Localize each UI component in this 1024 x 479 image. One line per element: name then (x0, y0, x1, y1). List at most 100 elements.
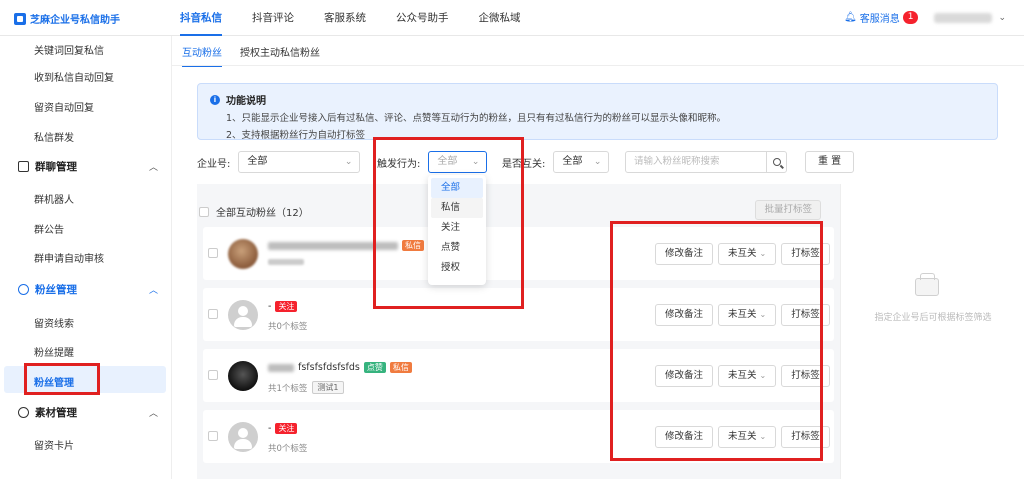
fan-name: - 关注 (268, 301, 298, 312)
behavior-tag: 关注 (275, 423, 298, 434)
avatar (228, 239, 258, 269)
topnav-douyin-comment[interactable]: 抖音评论 (252, 0, 294, 36)
tag-button[interactable]: 打标签 (781, 304, 830, 326)
chevron-down-icon: ⌄ (593, 157, 602, 167)
search-button[interactable] (766, 152, 786, 172)
edit-note-button[interactable]: 修改备注 (655, 243, 714, 265)
search-input[interactable]: 请输入粉丝昵称搜索 (625, 151, 787, 173)
fan-tag: 测试1 (312, 381, 344, 394)
fan-name-blurred (268, 241, 398, 250)
behavior-tag: 点赞 (363, 362, 386, 373)
app-logo[interactable]: 芝麻企业号私信助手 (14, 11, 120, 26)
sidebar-item-fan-management[interactable]: 粉丝管理 (34, 374, 74, 389)
account-select[interactable]: 全部 ⌄ (238, 151, 361, 173)
fan-name-blurred (268, 363, 294, 372)
edit-note-button[interactable]: 修改备注 (655, 426, 714, 448)
filter-behavior-label: 触发行为: (377, 158, 421, 170)
row-checkbox[interactable] (208, 431, 218, 441)
row-checkbox[interactable] (208, 370, 218, 380)
chevron-down-icon: ⌄ (759, 310, 767, 319)
topnav-douyin-dm[interactable]: 抖音私信 (180, 0, 222, 36)
filter-behavior: 触发行为: 全部 ⌄ (377, 151, 488, 173)
sidebar-group-material[interactable]: 素材管理 ︿ (18, 405, 158, 420)
sidebar-item-dm-broadcast[interactable]: 私信群发 (34, 129, 74, 144)
behavior-select[interactable]: 全部 ⌄ (428, 151, 488, 173)
sidebar-item-group-review[interactable]: 群申请自动审核 (34, 250, 104, 265)
dropdown-option-authorize[interactable]: 授权 (431, 258, 483, 278)
account-phone-blurred[interactable] (934, 12, 993, 23)
tag-button[interactable]: 打标签 (781, 243, 830, 265)
select-all-checkbox[interactable] (199, 206, 209, 217)
dropdown-option-dm[interactable]: 私信 (431, 198, 483, 218)
behavior-tag: 私信 (389, 362, 412, 373)
sidebar-group-fans[interactable]: 粉丝管理 ︿ (18, 282, 158, 297)
mutual-status-select[interactable]: 未互关 ⌄ (718, 365, 777, 387)
avatar (228, 361, 258, 391)
chevron-down-icon[interactable]: ⌄ (998, 13, 1006, 23)
dropdown-option-like[interactable]: 点赞 (431, 238, 483, 258)
row-actions: 修改备注 未互关 ⌄ 打标签 (655, 426, 830, 448)
sidebar-item-auto-reply[interactable]: 收到私信自动回复 (34, 69, 114, 84)
filter-account: 企业号: 全部 ⌄ (197, 151, 361, 173)
material-icon (18, 407, 29, 418)
fan-sub (268, 259, 304, 265)
mutual-select-value: 全部 (562, 156, 583, 167)
row-checkbox[interactable] (208, 309, 218, 319)
mutual-status-select[interactable]: 未互关 ⌄ (718, 426, 777, 448)
sidebar-item-lead-reply[interactable]: 留资自动回复 (34, 99, 94, 114)
fan-name-text: - (268, 301, 272, 312)
topnav-official-account[interactable]: 公众号助手 (396, 0, 449, 36)
sidebar-item-group-notice[interactable]: 群公告 (34, 221, 64, 236)
tag-button[interactable]: 打标签 (781, 426, 830, 448)
service-message-link[interactable]: 🔔︎ 客服消息 1 (844, 10, 919, 25)
sidebar-item-leads[interactable]: 留资线索 (34, 315, 74, 330)
select-all-label: 全部互动粉丝（12） (216, 208, 309, 219)
mutual-status-select[interactable]: 未互关 ⌄ (718, 304, 777, 326)
chevron-down-icon: ⌄ (344, 157, 353, 167)
tab-interactive-fans[interactable]: 互动粉丝 (182, 44, 222, 67)
edit-note-button[interactable]: 修改备注 (655, 304, 714, 326)
topnav-wecom[interactable]: 企微私域 (479, 0, 521, 36)
sidebar-item-lead-card[interactable]: 留资卡片 (34, 437, 74, 452)
bell-icon: 🔔︎ (844, 12, 857, 23)
topnav-service[interactable]: 客服系统 (324, 0, 366, 36)
sidebar-item-fan-reminder[interactable]: 粉丝提醒 (34, 344, 74, 359)
dropdown-option-all[interactable]: 全部 (431, 178, 483, 198)
main-content: 互动粉丝 授权主动私信粉丝 i 功能说明 1、只能显示企业号接入后有过私信、评论… (172, 36, 1024, 479)
tag-button[interactable]: 打标签 (781, 365, 830, 387)
fan-name-text: fsfsfsfdsfsfds (298, 362, 360, 373)
tag-count: 共0个标签 (268, 322, 308, 332)
sidebar-active-bg (4, 366, 166, 393)
chevron-up-icon: ︿ (148, 286, 158, 296)
service-message-badge: 1 (902, 11, 919, 24)
table-row: - 关注 共0个标签 修改备注 未互关 ⌄ 打标签 (203, 288, 834, 341)
sidebar-group-chat[interactable]: 群聊管理 ︿ (18, 159, 158, 174)
select-all[interactable]: 全部互动粉丝（12） (199, 204, 309, 219)
sidebar: 关键词回复私信 收到私信自动回复 留资自动回复 私信群发 群聊管理 ︿ 群机器人… (0, 36, 172, 479)
dropdown-option-follow[interactable]: 关注 (431, 218, 483, 238)
row-actions: 修改备注 未互关 ⌄ 打标签 (655, 365, 830, 387)
sidebar-item-keyword-reply[interactable]: 关键词回复私信 (34, 42, 104, 57)
filter-account-label: 企业号: (197, 158, 231, 170)
fan-name: 私信 (268, 240, 424, 251)
sidebar-item-group-bot[interactable]: 群机器人 (34, 191, 74, 206)
sidebar-group-label: 素材管理 (35, 407, 77, 419)
filter-mutual-label: 是否互关: (502, 158, 546, 170)
reset-button[interactable]: 重 置 (805, 151, 855, 173)
batch-tag-button[interactable]: 批量打标签 (755, 200, 821, 220)
mutual-status-select[interactable]: 未互关 ⌄ (718, 243, 777, 265)
filter-mutual: 是否互关: 全部 ⌄ (502, 151, 610, 173)
mutual-select[interactable]: 全部 ⌄ (553, 151, 610, 173)
table-row: 私信 修改备注 未互关 ⌄ 打标签 (203, 227, 834, 280)
table-row: fsfsfsfdsfsfds 点赞 私信 共1个标签 测试1 修改备注 未互关 ⌄… (203, 349, 834, 402)
fan-sub: 共1个标签 测试1 (268, 381, 344, 394)
tab-authorized-fans[interactable]: 授权主动私信粉丝 (240, 44, 320, 67)
logo-icon (14, 12, 26, 25)
behavior-tag: 私信 (402, 240, 424, 251)
info-title-text: 功能说明 (226, 96, 266, 107)
row-checkbox[interactable] (208, 248, 218, 258)
tab-divider (172, 65, 1024, 66)
service-message-label: 客服消息 (859, 14, 900, 25)
edit-note-button[interactable]: 修改备注 (655, 365, 714, 387)
fan-name: fsfsfsfdsfsfds 点赞 私信 (268, 362, 412, 373)
